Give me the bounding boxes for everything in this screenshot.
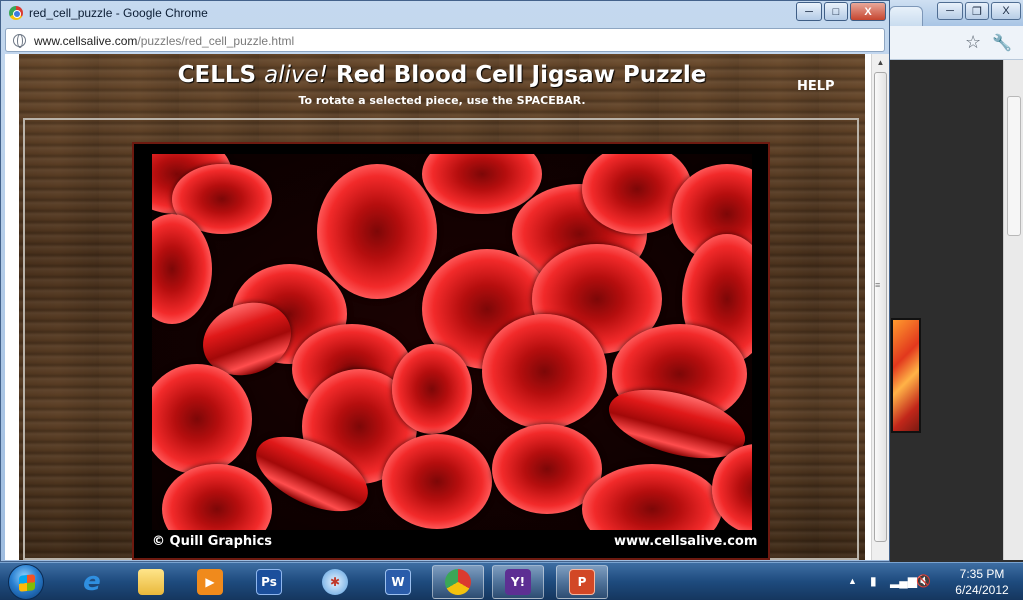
address-bar[interactable]: www.cellsalive.com/puzzles/red_cell_puzz… <box>5 28 885 52</box>
blood-cell <box>382 434 492 529</box>
background-restore-button[interactable]: ❐ <box>965 2 989 20</box>
puzzle-instructions: To rotate a selected piece, use the SPAC… <box>298 94 586 107</box>
puzzle-title: CELLS alive! Red Blood Cell Jigsaw Puzzl… <box>177 62 707 88</box>
background-window-titlebar: ─ ❐ X <box>871 0 1023 26</box>
yahoo-messenger-icon: Y! <box>505 569 531 595</box>
background-chrome-window: ─ ❐ X ☆ 🔧 <box>870 0 1023 562</box>
background-window-scrollbar[interactable] <box>1003 60 1023 560</box>
blood-cell <box>152 364 252 474</box>
media-player-icon: ▶ <box>197 569 223 595</box>
page-viewport: CELLS alive! Red Blood Cell Jigsaw Puzzl… <box>5 54 871 560</box>
red-blood-cell-image[interactable] <box>152 154 752 530</box>
puzzle-header: CELLS alive! Red Blood Cell Jigsaw Puzzl… <box>19 54 865 118</box>
powerpoint-icon: P <box>569 569 595 595</box>
background-close-button[interactable]: X <box>991 2 1021 20</box>
background-scrollbar-thumb[interactable] <box>1007 96 1021 236</box>
taskbar-photoshop[interactable]: Ps <box>243 565 295 599</box>
globe-icon <box>13 34 26 48</box>
volume-muted-icon[interactable]: 🔇 <box>916 574 931 588</box>
minimize-button[interactable]: ─ <box>796 2 822 21</box>
photo-site-url: www.cellsalive.com <box>614 534 758 549</box>
background-window-tab[interactable] <box>889 6 923 26</box>
window-titlebar: red_cell_puzzle - Google Chrome ─ □ X <box>1 1 889 25</box>
blood-cell <box>317 164 437 299</box>
folder-icon <box>138 569 164 595</box>
chrome-logo-icon <box>9 6 23 20</box>
page-scrollbar[interactable]: ▲ ≡ <box>871 54 889 560</box>
photo-credit: © Quill Graphics <box>152 534 273 549</box>
taskbar-internet-explorer[interactable]: e <box>66 565 118 599</box>
battery-icon[interactable]: ▮ <box>870 574 877 588</box>
chrome-icon <box>445 569 471 595</box>
blood-cell <box>162 464 272 530</box>
taskbar-media-player[interactable]: ▶ <box>184 565 236 599</box>
system-tray: ▲ ▮ ▂▄▆ 🔇 7:35 PM 6/24/2012 <box>838 563 1023 600</box>
network-signal-icon[interactable]: ▂▄▆ <box>890 574 917 588</box>
maximize-button[interactable]: □ <box>824 2 848 21</box>
scrollbar-thumb[interactable] <box>874 72 887 542</box>
puzzle-image-frame[interactable]: © Quill Graphics www.cellsalive.com <box>132 142 770 560</box>
word-icon: W <box>385 569 411 595</box>
chrome-window: red_cell_puzzle - Google Chrome ─ □ X ww… <box>0 0 890 562</box>
clock-date[interactable]: 6/24/2012 <box>946 583 1018 597</box>
taskbar-file-explorer[interactable] <box>125 565 177 599</box>
wrench-menu-icon[interactable]: 🔧 <box>992 33 1012 53</box>
window-title: red_cell_puzzle - Google Chrome <box>29 6 208 20</box>
puzzle-board: CELLS alive! Red Blood Cell Jigsaw Puzzl… <box>19 54 865 560</box>
taskbar-chrome[interactable] <box>432 565 484 599</box>
background-window-toolbar: ☆ 🔧 <box>871 26 1023 60</box>
blood-cell <box>392 344 472 434</box>
clock-time[interactable]: 7:35 PM <box>952 567 1012 581</box>
background-window-content <box>871 60 1003 560</box>
background-thumbnail-image <box>891 318 921 433</box>
start-button[interactable] <box>8 564 44 600</box>
background-minimize-button[interactable]: ─ <box>937 2 963 20</box>
taskbar-yahoo-messenger[interactable]: Y! <box>492 565 544 599</box>
close-button[interactable]: X <box>850 2 886 21</box>
scroll-up-arrow-icon[interactable]: ▲ <box>872 54 889 70</box>
internet-explorer-icon: e <box>83 567 101 597</box>
taskbar-powerpoint[interactable]: P <box>556 565 608 599</box>
photoshop-icon: Ps <box>256 569 282 595</box>
blood-cell <box>482 314 607 429</box>
windows-taskbar: e ▶ Ps ✱ W Y! P ▲ ▮ ▂▄▆ 🔇 7:35 PM 6/24/2… <box>0 562 1023 600</box>
taskbar-word[interactable]: W <box>372 565 424 599</box>
taskbar-safari[interactable]: ✱ <box>309 565 361 599</box>
show-hidden-icons-arrow-icon[interactable]: ▲ <box>848 576 857 586</box>
safari-compass-icon: ✱ <box>322 569 348 595</box>
help-link[interactable]: HELP <box>797 79 835 94</box>
blood-cell <box>582 464 722 530</box>
scrollbar-grip-icon: ≡ <box>875 280 881 290</box>
bookmark-star-icon[interactable]: ☆ <box>965 32 981 53</box>
url-text[interactable]: www.cellsalive.com/puzzles/red_cell_puzz… <box>34 34 294 48</box>
